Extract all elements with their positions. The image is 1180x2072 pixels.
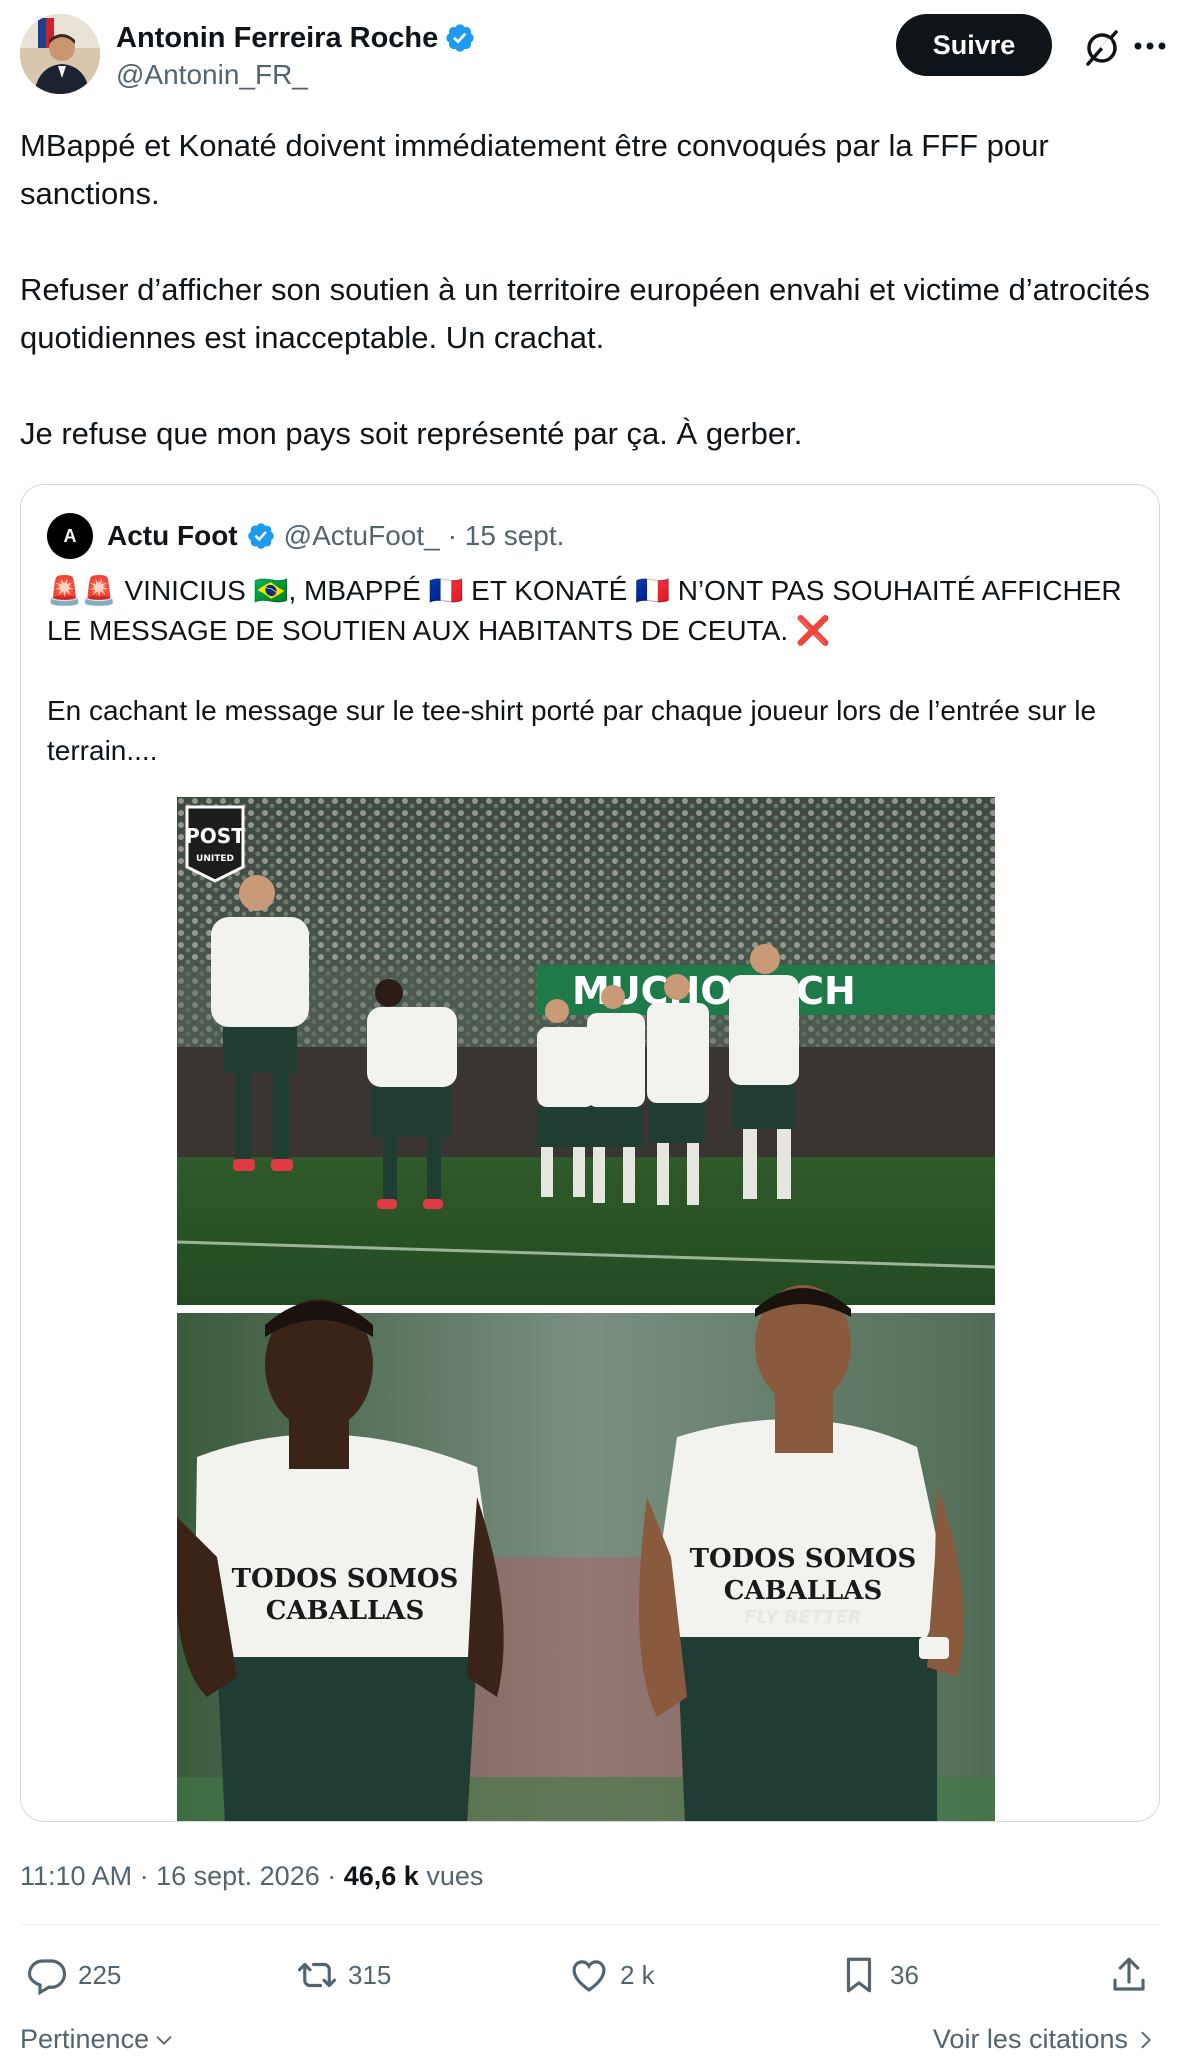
post-united-logo: POST UNITED [185, 805, 245, 883]
quoted-tweet-date: · 15 sept. [447, 520, 565, 551]
svg-text:TODOS SOMOS: TODOS SOMOS [232, 1564, 459, 1594]
replies-footer: Pertinence Voir les citations [20, 2018, 1160, 2062]
author-info: Antonin Ferreira Roche @Antonin_FR_ [116, 20, 476, 94]
like-icon [572, 1960, 606, 1992]
retweet-icon [297, 1962, 337, 1988]
verified-badge-icon [247, 523, 274, 549]
reply-icon [27, 1959, 67, 1996]
reply-button[interactable]: 225 [26, 1950, 121, 2000]
more-options-icon[interactable] [1132, 40, 1168, 52]
svg-text:CABALLAS: CABALLAS [724, 1576, 883, 1606]
tweet-actions: 225 315 2 k 36 [20, 1950, 1160, 2000]
bookmark-icon [846, 1957, 872, 1993]
match-photo-collage: MUCHO ELCH POST UNITED TODOS SOMOS CABAL… [175, 797, 996, 1821]
quoted-author-name: Actu Foot [107, 520, 238, 551]
chevron-right-icon [1141, 2031, 1151, 2048]
sort-label: Pertinence [20, 2024, 150, 2054]
share-icon [1113, 1957, 1145, 1991]
follow-button[interactable]: Suivre [896, 14, 1052, 76]
share-button[interactable] [1108, 1950, 1150, 2000]
tweet-time[interactable]: 11:10 AM [20, 1861, 132, 1891]
svg-text:CABALLAS: CABALLAS [266, 1596, 425, 1626]
retweet-button[interactable]: 315 [296, 1950, 391, 2000]
like-count: 2 k [620, 1959, 655, 1990]
views-count: 46,6 k [343, 1861, 419, 1891]
quoted-tweet-text: 🚨🚨 VINICIUS 🇧🇷, MBAPPÉ 🇫🇷 ET KONATÉ 🇫🇷 N… [47, 575, 1122, 766]
bookmark-count: 36 [890, 1959, 919, 1990]
quoted-tweet-header: A Actu Foot @ActuFoot_ · 15 sept. [47, 511, 564, 561]
bookmark-button[interactable]: 36 [838, 1950, 919, 2000]
quoted-author-handle: @ActuFoot_ [283, 520, 440, 551]
svg-text:POST: POST [185, 824, 245, 848]
quoted-tweet-image[interactable]: MUCHO ELCH POST UNITED TODOS SOMOS CABAL… [175, 797, 996, 1821]
reply-count: 225 [78, 1959, 122, 1990]
retweet-count: 315 [348, 1959, 392, 1990]
view-quotes-label: Voir les citations [932, 2024, 1128, 2054]
svg-text:FLY BETTER: FLY BETTER [744, 1607, 861, 1628]
quoted-author-avatar: A [47, 513, 93, 559]
like-button[interactable]: 2 k [568, 1950, 655, 2000]
author-name[interactable]: Antonin Ferreira Roche [116, 20, 438, 56]
tweet-text: MBappé et Konaté doivent immédiatement ê… [20, 128, 1150, 451]
quoted-tweet[interactable]: A Actu Foot @ActuFoot_ · 15 sept. 🚨🚨 VIN… [20, 484, 1160, 1822]
tweet-date[interactable]: 16 sept. 2026 [156, 1861, 320, 1891]
divider [20, 1924, 1160, 1925]
tweet-meta: 11:10 AM · 16 sept. 2026 · 46,6 k vues [20, 1861, 484, 1891]
chevron-down-icon [156, 2035, 172, 2045]
author-handle[interactable]: @Antonin_FR_ [116, 56, 476, 94]
grok-icon[interactable] [1082, 28, 1122, 68]
verified-badge-icon [446, 24, 474, 52]
svg-text:TODOS SOMOS: TODOS SOMOS [690, 1544, 917, 1574]
svg-text:UNITED: UNITED [196, 854, 234, 864]
views-label: vues [426, 1861, 484, 1891]
view-quotes-link[interactable]: Voir les citations [933, 2024, 1156, 2055]
sort-dropdown[interactable]: Pertinence [20, 2024, 175, 2055]
tweet-header: Antonin Ferreira Roche @Antonin_FR_ Suiv… [20, 14, 1166, 96]
author-avatar[interactable] [20, 14, 100, 94]
